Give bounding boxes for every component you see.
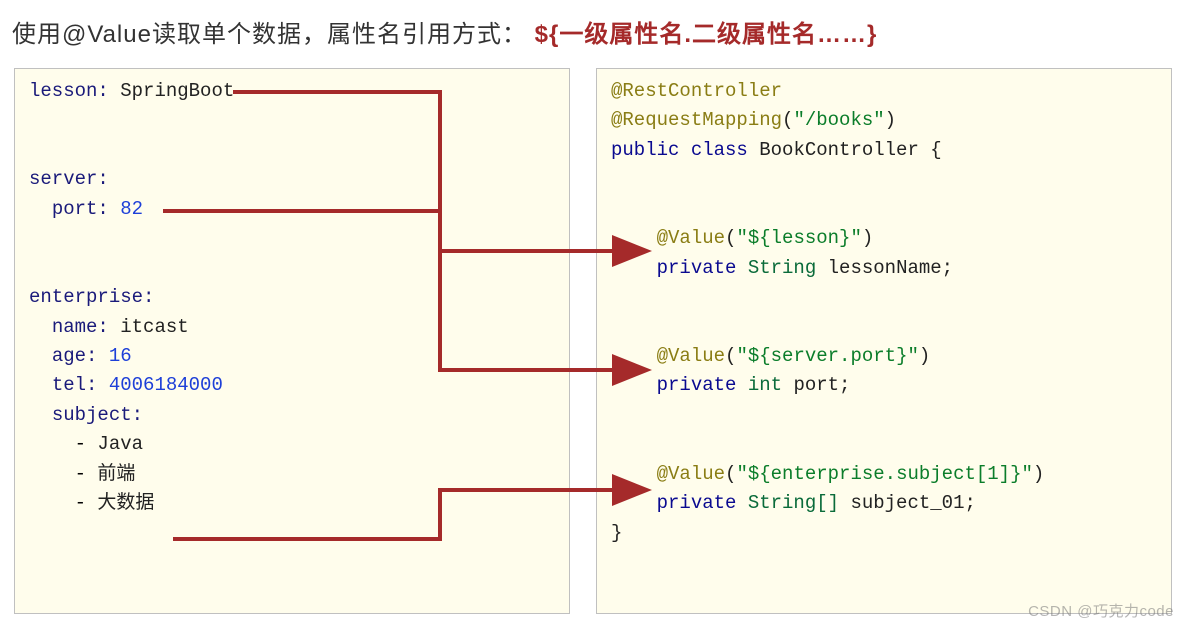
java-value-2: @Value("${server.port}") bbox=[611, 342, 1157, 371]
java-field-2: private int port; bbox=[611, 371, 1157, 400]
yaml-server-port: port: 82 bbox=[29, 195, 555, 224]
yaml-enterprise: enterprise: bbox=[29, 283, 555, 312]
yaml-subject-2: - 大数据 bbox=[29, 489, 555, 518]
yaml-name: name: itcast bbox=[29, 313, 555, 342]
yaml-server: server: bbox=[29, 165, 555, 194]
yaml-panel: lesson: SpringBoot server: port: 82 ente… bbox=[14, 68, 570, 614]
yaml-subject-1: - 前端 bbox=[29, 460, 555, 489]
heading-text: 使用@Value读取单个数据，属性名引用方式： bbox=[12, 21, 527, 48]
yaml-tel: tel: 4006184000 bbox=[29, 371, 555, 400]
java-class-decl: public class BookController { bbox=[611, 136, 1157, 165]
page-title: 使用@Value读取单个数据，属性名引用方式： ${一级属性名.二级属性名……} bbox=[12, 14, 877, 49]
java-field-1: private String lessonName; bbox=[611, 254, 1157, 283]
java-rest-anno: @RestController bbox=[611, 77, 1157, 106]
yaml-lesson: lesson: SpringBoot bbox=[29, 77, 555, 106]
yaml-age: age: 16 bbox=[29, 342, 555, 371]
heading-highlight: ${一级属性名.二级属性名……} bbox=[535, 21, 878, 48]
java-close-brace: } bbox=[611, 519, 1157, 548]
yaml-subject-0: - Java bbox=[29, 430, 555, 459]
yaml-subject: subject: bbox=[29, 401, 555, 430]
watermark: CSDN @巧克力code bbox=[1028, 600, 1174, 621]
java-field-3: private String[] subject_01; bbox=[611, 489, 1157, 518]
java-value-3: @Value("${enterprise.subject[1]}") bbox=[611, 460, 1157, 489]
java-reqmap-anno: @RequestMapping("/books") bbox=[611, 106, 1157, 135]
java-panel: @RestController @RequestMapping("/books"… bbox=[596, 68, 1172, 614]
java-value-1: @Value("${lesson}") bbox=[611, 224, 1157, 253]
